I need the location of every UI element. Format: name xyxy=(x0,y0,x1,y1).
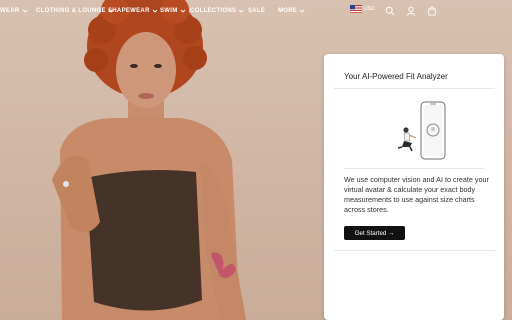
fit-analyzer-description: We use computer vision and AI to create … xyxy=(344,175,489,214)
currency-selector[interactable]: USD xyxy=(350,5,375,13)
search-icon[interactable] xyxy=(385,6,395,16)
us-flag-icon xyxy=(350,5,362,13)
top-navigation: WEAR CLOTHING & LOUNGE SHAPEWEAR SWIM CO… xyxy=(0,0,512,24)
nav-item-sale[interactable]: SALE xyxy=(248,8,265,14)
content-divider xyxy=(344,168,484,169)
nav-item-more[interactable]: MORE xyxy=(278,8,305,14)
body-scan-illustration xyxy=(397,101,446,160)
nav-item-label: CLOTHING & LOUNGE xyxy=(36,8,106,14)
user-icon[interactable] xyxy=(406,6,416,16)
nav-item-wear[interactable]: WEAR xyxy=(0,8,28,14)
nav-item-collections[interactable]: COLLECTIONS xyxy=(190,8,244,14)
get-started-button[interactable]: Get Started → xyxy=(344,226,405,240)
fit-analyzer-title: Your AI-Powered Fit Analyzer xyxy=(344,72,448,81)
nav-item-label: COLLECTIONS xyxy=(190,8,237,14)
nav-item-swim[interactable]: SWIM xyxy=(160,8,186,14)
chevron-down-icon xyxy=(22,9,27,13)
nav-item-clothing-lounge[interactable]: CLOTHING & LOUNGE xyxy=(36,8,114,14)
nav-item-label: SALE xyxy=(248,8,266,14)
nav-item-label: MORE xyxy=(278,8,298,14)
nav-item-label: SHAPEWEAR xyxy=(108,8,150,14)
nav-item-label: SWIM xyxy=(160,8,178,14)
chevron-down-icon xyxy=(299,9,305,13)
bottom-divider xyxy=(334,250,495,251)
chevron-down-icon xyxy=(180,9,185,13)
nav-item-label: WEAR xyxy=(0,8,20,14)
title-divider xyxy=(334,88,495,89)
nav-item-shapewear[interactable]: SHAPEWEAR xyxy=(108,8,158,14)
hero-model-image xyxy=(52,0,246,320)
chevron-down-icon xyxy=(152,9,158,13)
currency-label: USD xyxy=(364,6,375,12)
chevron-down-icon xyxy=(238,9,244,13)
shopping-bag-icon[interactable] xyxy=(427,6,437,16)
